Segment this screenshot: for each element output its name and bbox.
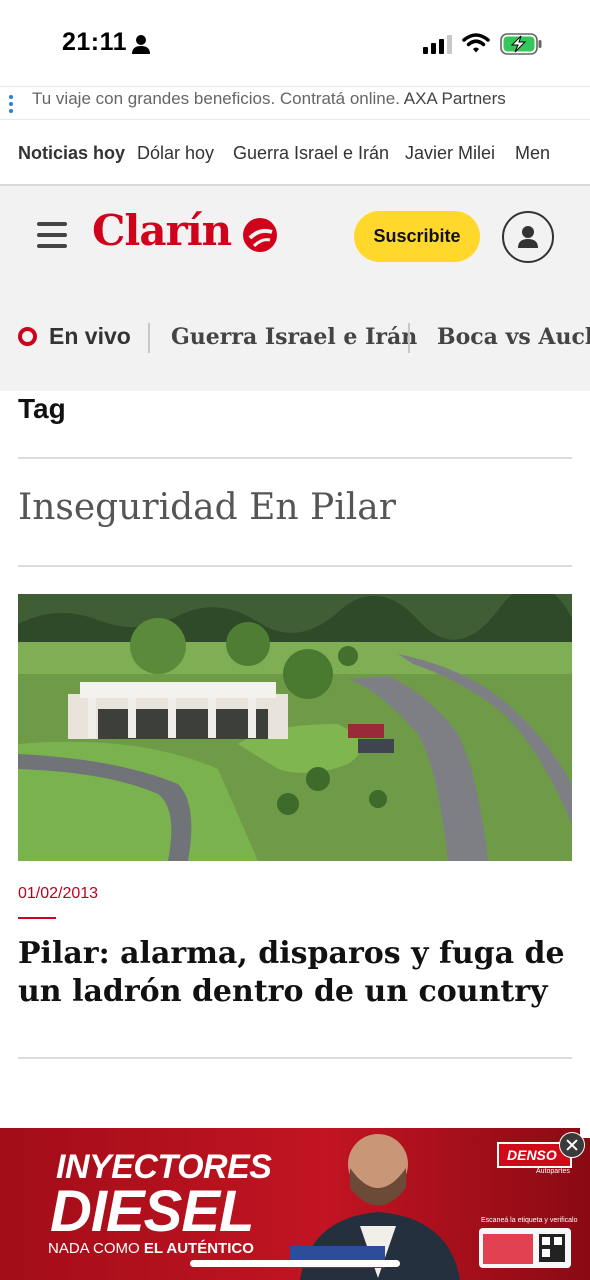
top-ad-brand: AXA Partners: [403, 89, 506, 108]
ad-info-icon: [9, 95, 13, 113]
user-icon: [518, 226, 538, 248]
page-title: Inseguridad En Pilar: [18, 487, 396, 528]
ad-brand-sub: Autopartes: [536, 1168, 570, 1175]
divider: [408, 323, 410, 353]
divider: [18, 457, 572, 459]
subscribe-button[interactable]: Suscribite: [354, 211, 480, 262]
article-title-link[interactable]: Pilar: alarma, disparos y fuga de un lad…: [18, 935, 572, 1011]
top-ad-banner[interactable]: Tu viaje con grandes beneficios. Contrat…: [0, 86, 590, 120]
section-item-boca[interactable]: Boca vs Auckl: [437, 324, 590, 350]
bottom-ad-banner[interactable]: INYECTORES DIESEL NADA COMO EL AUTÉNTICO…: [0, 1128, 590, 1280]
trending-item-more[interactable]: Men: [515, 143, 550, 164]
person-icon: [132, 35, 150, 54]
hamburger-menu-icon[interactable]: [37, 222, 67, 248]
status-bar: 21:11: [0, 0, 590, 86]
ad-brand-name: DENSO: [507, 1147, 557, 1163]
top-ad-text: Tu viaje con grandes beneficios. Contrat…: [32, 89, 506, 108]
home-indicator[interactable]: [190, 1260, 400, 1267]
clarin-logo-mark: [243, 218, 277, 252]
close-ad-icon[interactable]: [559, 1132, 585, 1158]
live-dot-icon: [18, 327, 37, 346]
user-account-button[interactable]: [502, 211, 554, 263]
status-time: 21:11: [62, 28, 128, 56]
ad-tagline: NADA COMO EL AUTÉNTICO: [48, 1240, 254, 1257]
trending-item-dolar[interactable]: Dólar hoy: [137, 143, 214, 164]
trending-item-milei[interactable]: Javier Milei: [405, 143, 495, 164]
cellular-signal-icon: [423, 35, 452, 54]
trending-item-guerra[interactable]: Guerra Israel e Irán: [233, 143, 389, 164]
clarin-logo[interactable]: Clarín: [92, 206, 232, 255]
divider: [148, 323, 150, 353]
article-image[interactable]: [18, 594, 572, 861]
ad-headline-2: DIESEL: [50, 1179, 254, 1244]
sections-nav: En vivo Guerra Israel e Irán Boca vs Auc…: [0, 306, 590, 372]
ad-scan-text: Escaneá la etiqueta y verificalo: [481, 1217, 578, 1224]
divider: [18, 565, 572, 567]
tag-label: Tag: [18, 393, 66, 424]
wifi-icon: [462, 33, 490, 53]
trending-title: Noticias hoy: [18, 143, 126, 163]
section-item-guerra[interactable]: Guerra Israel e Irán: [171, 324, 417, 350]
battery-charging-icon: [500, 33, 542, 55]
date-underline: [18, 917, 56, 919]
trending-nav: Noticias hoy Dólar hoy Guerra Israel e I…: [0, 120, 590, 186]
divider: [18, 1057, 572, 1059]
live-link[interactable]: En vivo: [49, 323, 131, 350]
article-date: 01/02/2013: [18, 885, 99, 902]
product-box-image: [479, 1228, 571, 1268]
